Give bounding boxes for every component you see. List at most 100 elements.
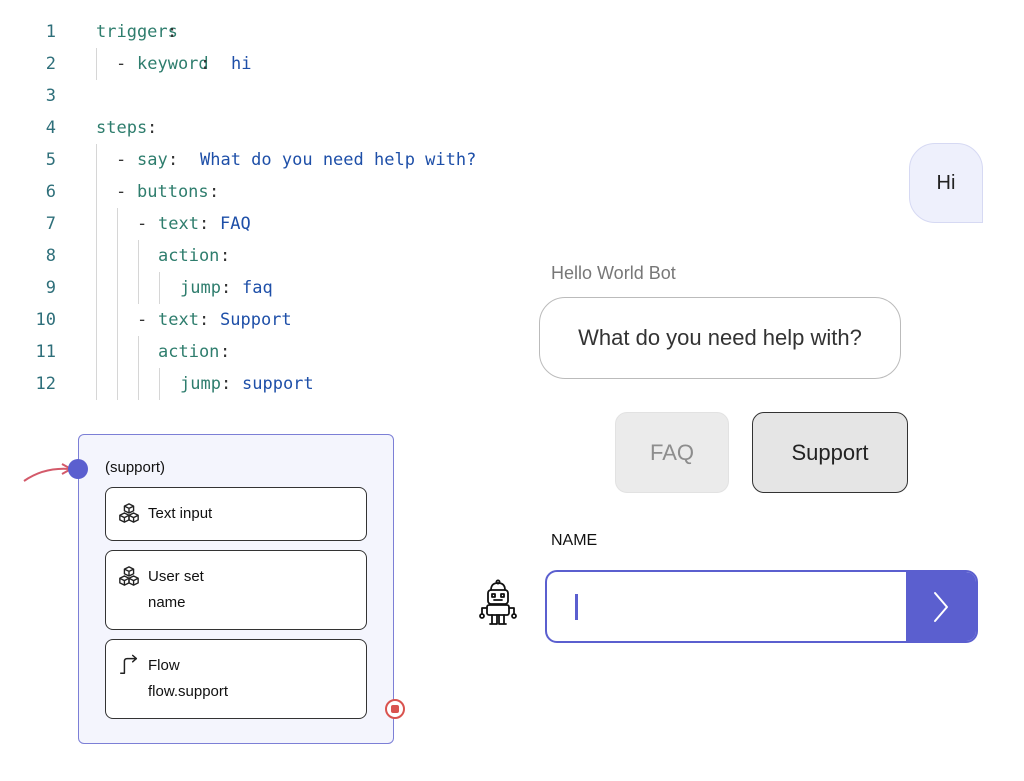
- cubes-icon: [119, 503, 139, 523]
- cubes-icon: [119, 566, 139, 586]
- step-flow[interactable]: Flow flow.support: [105, 639, 367, 719]
- code-line: 3: [0, 80, 520, 112]
- code-line: 11 action:: [0, 336, 520, 368]
- code-colon: :: [167, 22, 178, 42]
- code-key: buttons: [137, 182, 209, 202]
- code-colon: :: [220, 246, 231, 266]
- code-key: steps: [96, 118, 148, 138]
- code-colon: :: [199, 310, 220, 330]
- line-number: 3: [45, 86, 56, 106]
- step-label: Flow: [148, 657, 180, 674]
- line-number: 12: [35, 374, 56, 394]
- line-number: 10: [35, 310, 56, 330]
- code-key: keyword: [137, 54, 209, 74]
- indent-guide: [117, 304, 118, 336]
- code-colon: :: [221, 278, 242, 298]
- step-label: Text input: [148, 505, 213, 522]
- code-line: 9 jump: faq: [0, 272, 520, 304]
- code-line: 4 steps:: [0, 112, 520, 144]
- indent-guide: [138, 272, 139, 304]
- indent-guide: [96, 48, 97, 80]
- code-line: 7 - text: FAQ: [0, 208, 520, 240]
- line-number: 6: [45, 182, 56, 202]
- step-label: User set: [148, 568, 204, 585]
- code-colon: :: [199, 214, 220, 234]
- code-line: 6 - buttons:: [0, 176, 520, 208]
- robot-icon: [479, 579, 517, 625]
- code-dash: -: [137, 310, 148, 330]
- indent-guide: [138, 336, 139, 368]
- bot-name-label: Hello World Bot: [551, 263, 676, 283]
- code-dash: -: [116, 54, 127, 74]
- code-value: Support: [220, 310, 292, 330]
- step-user-set[interactable]: User set name: [105, 550, 367, 630]
- code-key: action: [158, 246, 220, 266]
- indent-guide: [96, 144, 97, 176]
- input-port-dot[interactable]: [68, 459, 88, 479]
- user-message-bubble: Hi: [909, 143, 983, 223]
- flow-arrow-icon: [120, 654, 138, 674]
- flow-node-support[interactable]: (support) Text input User set name Flow …: [78, 434, 394, 744]
- chevron-right-icon: [934, 591, 948, 622]
- indent-guide: [159, 368, 160, 400]
- code-line: 10 - text: Support: [0, 304, 520, 336]
- line-number: 9: [45, 278, 56, 298]
- line-number: 5: [45, 150, 56, 170]
- code-dash: -: [116, 182, 127, 202]
- line-number: 2: [45, 54, 56, 74]
- code-value: FAQ: [220, 214, 251, 234]
- end-port-stop-icon[interactable]: [385, 699, 405, 719]
- support-button[interactable]: Support: [752, 412, 908, 493]
- code-line: 12 jump: support: [0, 368, 520, 400]
- indent-guide: [117, 208, 118, 240]
- indent-guide: [96, 272, 97, 304]
- code-value: What do you need help with?: [200, 150, 477, 170]
- name-input[interactable]: [547, 572, 907, 641]
- code-key: text: [158, 310, 199, 330]
- code-key: say: [137, 150, 168, 170]
- code-line: 5 - say: What do you need help with?: [0, 144, 520, 176]
- code-dash: -: [116, 150, 127, 170]
- line-number: 1: [45, 22, 56, 42]
- indent-guide: [117, 368, 118, 400]
- step-detail: flow.support: [148, 683, 229, 700]
- code-line: 8 action:: [0, 240, 520, 272]
- indent-guide: [117, 240, 118, 272]
- code-colon: :: [221, 374, 242, 394]
- send-button[interactable]: [906, 572, 976, 641]
- bot-message-bubble: What do you need help with?: [539, 297, 901, 379]
- code-colon: :: [200, 54, 221, 74]
- indent-guide: [138, 368, 139, 400]
- name-input-box[interactable]: [545, 570, 978, 643]
- code-dash: -: [137, 214, 148, 234]
- faq-button[interactable]: FAQ: [615, 412, 729, 493]
- indent-guide: [138, 240, 139, 272]
- indent-guide: [117, 272, 118, 304]
- code-value: faq: [242, 278, 273, 298]
- code-value: hi: [231, 54, 252, 74]
- code-line: 1 triggers:: [0, 16, 520, 48]
- code-colon: :: [209, 182, 220, 202]
- name-field-label: NAME: [551, 532, 598, 549]
- indent-guide: [159, 272, 160, 304]
- code-colon: :: [220, 342, 231, 362]
- indent-guide: [117, 336, 118, 368]
- code-value: support: [242, 374, 314, 394]
- code-key: text: [158, 214, 199, 234]
- line-number: 8: [45, 246, 56, 266]
- indent-guide: [96, 336, 97, 368]
- indent-guide: [96, 208, 97, 240]
- code-key: action: [158, 342, 220, 362]
- step-detail: name: [148, 594, 186, 611]
- code-colon: :: [168, 150, 199, 170]
- code-key: jump: [180, 374, 221, 394]
- yaml-code-editor[interactable]: 1 triggers: 2 - keyword: hi 3 4 steps: 5…: [0, 14, 520, 400]
- step-text-input[interactable]: Text input: [105, 487, 367, 541]
- flow-node-title: (support): [105, 459, 166, 476]
- code-colon: :: [147, 118, 158, 138]
- code-line: 2 - keyword: hi: [0, 48, 520, 80]
- line-number: 4: [45, 118, 56, 138]
- indent-guide: [96, 240, 97, 272]
- code-key: triggers: [96, 22, 178, 42]
- indent-guide: [96, 368, 97, 400]
